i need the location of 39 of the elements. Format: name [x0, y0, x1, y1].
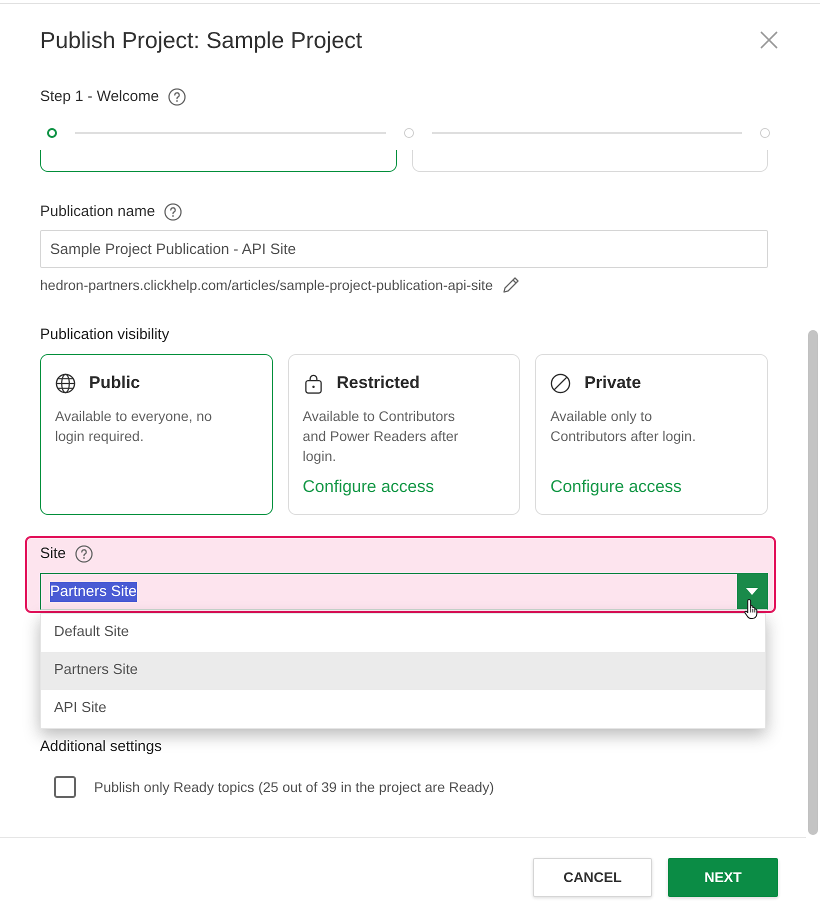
caret-icon	[746, 588, 758, 595]
dropdown-option[interactable]: API Site	[41, 690, 765, 728]
visibility-option-card[interactable]: Private Available only to Contributors after login. Configure access	[535, 354, 768, 515]
pencil-icon[interactable]	[500, 275, 521, 295]
dropdown-button[interactable]	[737, 574, 767, 609]
padlock-icon	[302, 372, 324, 394]
configure-access-link[interactable]: Configure access	[302, 476, 434, 498]
configure-access-link[interactable]: Configure access	[550, 476, 682, 498]
section-label: Additional settings	[40, 737, 163, 757]
option-description: Available to Contributors and Power Readers after login.	[302, 407, 460, 466]
option-title: Restricted	[336, 372, 420, 394]
dialog-title: Publish Project: Sample Project	[40, 26, 362, 55]
help-icon[interactable]	[164, 203, 182, 221]
field-label: Publication name	[40, 202, 156, 222]
option-title: Private	[584, 372, 642, 394]
help-icon[interactable]	[168, 88, 186, 106]
checkbox-label: Publish only Ready topics (25 out of 39 in the project are Ready)	[94, 778, 494, 797]
option-description: Available to everyone, no login required.	[55, 407, 213, 446]
select-value: Partners Site	[50, 582, 137, 602]
cancel-button[interactable]: CANCEL	[533, 858, 652, 897]
option-title: Public	[89, 372, 140, 394]
close-icon[interactable]	[760, 31, 778, 49]
help-icon[interactable]	[74, 545, 93, 563]
next-button[interactable]: NEXT	[668, 858, 778, 897]
field-label: Site	[40, 544, 66, 564]
dropdown-option[interactable]: Partners Site	[41, 652, 765, 690]
visibility-option-card[interactable]: Public Available to everyone, no login required.	[40, 354, 273, 515]
checkbox[interactable]	[54, 776, 76, 798]
dropdown-option[interactable]: Default Site	[41, 614, 765, 652]
option-description: Available only to Contributors after login.	[550, 407, 697, 446]
scrollbar-thumb[interactable]	[808, 330, 818, 835]
publication-name-input[interactable]: Sample Project Publication - API Site	[40, 230, 768, 268]
visibility-option-card[interactable]: Restricted Available to Contributors and Power Readers after login. Configure access	[288, 354, 520, 515]
step-label: Step 1 - Welcome	[40, 86, 159, 107]
url-text: hedron-partners.clickhelp.com/articles/sample-project-publication-api-site	[40, 276, 493, 295]
site-select[interactable]: Partners Site	[40, 573, 768, 610]
field-label: Publication visibility	[40, 325, 170, 345]
globe-icon	[55, 372, 76, 394]
prohibited-icon	[550, 372, 572, 394]
